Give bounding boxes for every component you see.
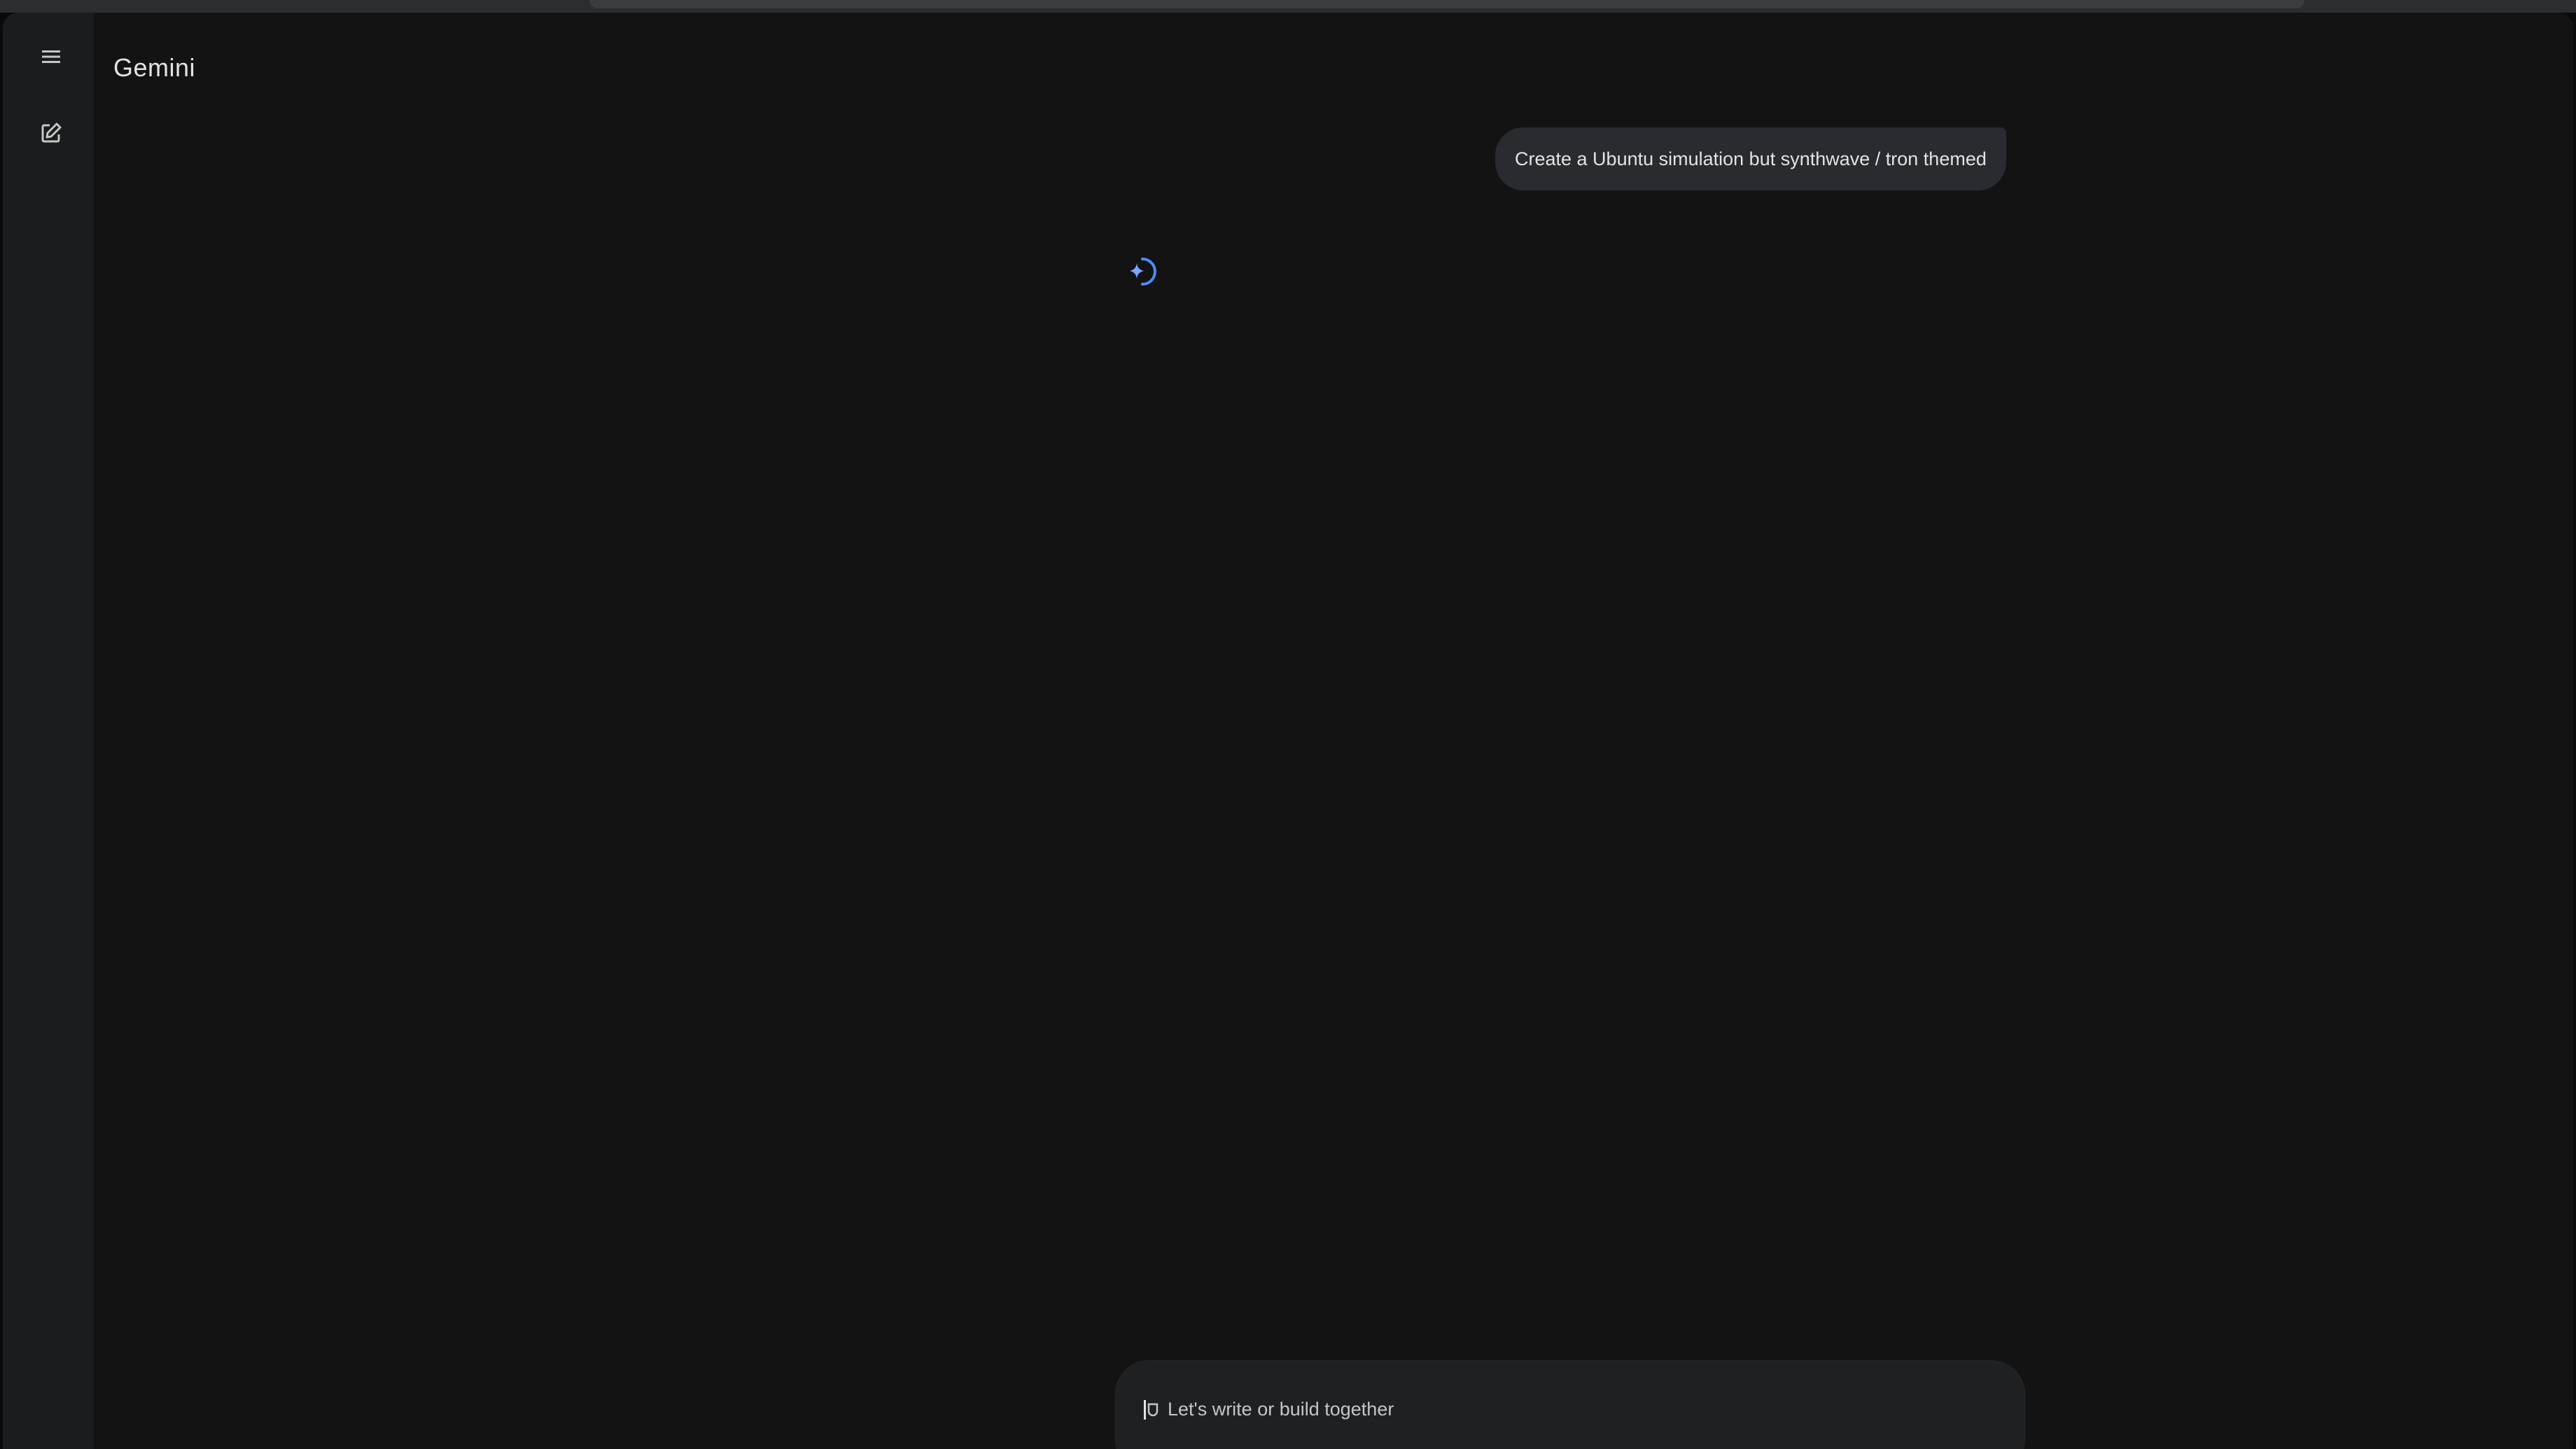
prompt-input-placeholder: Let's write or build together bbox=[1168, 1399, 1394, 1420]
main-menu-button[interactable] bbox=[24, 29, 78, 84]
browser-top-strip bbox=[0, 0, 2576, 13]
edit-pencil-icon bbox=[41, 122, 62, 143]
app-title: Gemini bbox=[113, 53, 196, 82]
sidebar-rail bbox=[3, 13, 94, 1449]
gemini-sparkle-loading-icon bbox=[1130, 258, 1156, 286]
new-chat-button[interactable] bbox=[24, 106, 78, 160]
user-message-text: Create a Ubuntu simulation but synthwave… bbox=[1515, 148, 1987, 169]
text-cursor-icon bbox=[1144, 1400, 1158, 1420]
browser-tab-area bbox=[589, 0, 2304, 8]
user-message-bubble: Create a Ubuntu simulation but synthwave… bbox=[1495, 127, 2006, 190]
prompt-input-box[interactable]: Let's write or build together bbox=[1116, 1361, 2024, 1449]
app-window: Gemini Create a Ubuntu simulation but sy… bbox=[3, 13, 2573, 1449]
hamburger-menu-icon bbox=[42, 50, 60, 63]
